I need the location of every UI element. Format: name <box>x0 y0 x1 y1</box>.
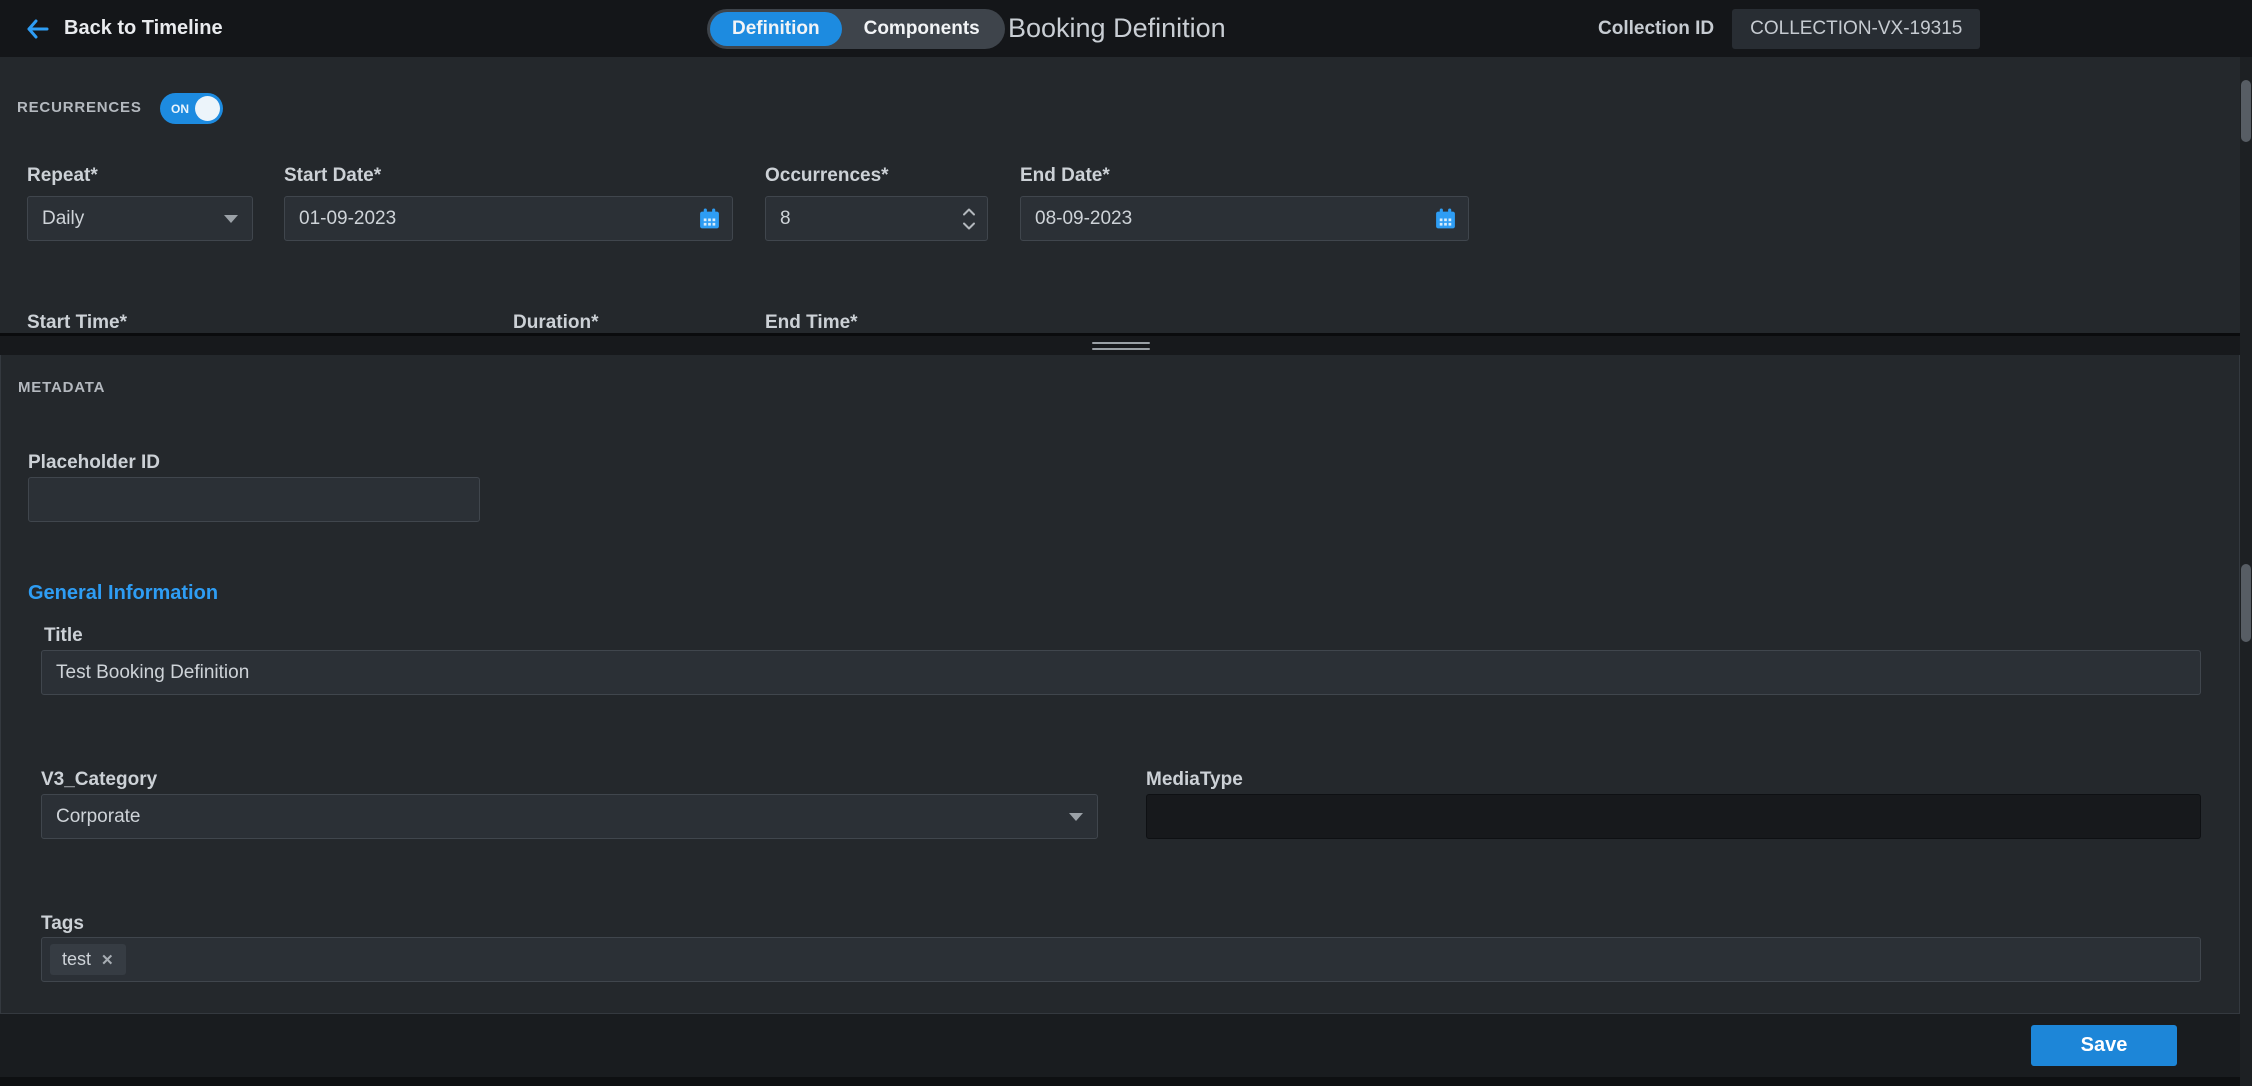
scrollbar-thumb-upper[interactable] <box>2241 80 2251 142</box>
panel-splitter[interactable] <box>0 333 2252 355</box>
general-information-heading: General Information <box>28 582 218 605</box>
back-label: Back to Timeline <box>64 17 223 40</box>
start-date-input[interactable] <box>284 196 733 241</box>
end-date-label: End Date* <box>1020 165 1110 187</box>
tab-definition[interactable]: Definition <box>710 12 842 46</box>
collection-id-value: COLLECTION-VX-19315 <box>1732 9 1980 49</box>
collection-id-label: Collection ID <box>1598 18 1714 40</box>
media-type-input[interactable] <box>1146 794 2201 839</box>
repeat-label: Repeat* <box>27 165 98 187</box>
tags-label: Tags <box>41 913 84 935</box>
back-arrow-icon <box>26 18 50 40</box>
topbar: Back to Timeline Definition Components B… <box>0 0 2252 57</box>
metadata-panel: METADATA Placeholder ID General Informat… <box>0 355 2240 1014</box>
page-title: Booking Definition <box>1008 13 1226 44</box>
chevron-down-icon <box>1069 813 1083 821</box>
view-toggle: Definition Components <box>707 9 1005 49</box>
title-label: Title <box>44 625 83 647</box>
tag-chip-label: test <box>62 949 91 970</box>
tag-chip: test ✕ <box>50 944 126 975</box>
booking-definition-screen: Back to Timeline Definition Components B… <box>0 0 2252 1086</box>
calendar-icon[interactable] <box>1434 207 1457 230</box>
scrollbar-track[interactable] <box>2240 57 2252 1086</box>
placeholder-id-label: Placeholder ID <box>28 452 160 474</box>
end-time-label: End Time* <box>765 312 858 334</box>
scrollbar-thumb-lower[interactable] <box>2241 564 2251 642</box>
end-date-input[interactable] <box>1020 196 1469 241</box>
toggle-on-label: ON <box>171 102 189 116</box>
stepper-down-icon <box>962 221 976 231</box>
collection-id-group: Collection ID COLLECTION-VX-19315 <box>1598 0 1980 57</box>
splitter-grip-icon <box>1092 342 1150 350</box>
media-type-label: MediaType <box>1146 769 1243 791</box>
duration-label: Duration* <box>513 312 599 334</box>
tab-components[interactable]: Components <box>842 12 1002 46</box>
occurrences-label: Occurrences* <box>765 165 889 187</box>
stepper-up-icon <box>962 206 976 216</box>
save-button[interactable]: Save <box>2031 1025 2177 1066</box>
v3-category-value: Corporate <box>56 806 141 828</box>
occurrences-stepper[interactable] <box>962 206 976 231</box>
recurrences-toggle[interactable]: ON <box>160 93 223 124</box>
start-date-label: Start Date* <box>284 165 381 187</box>
metadata-section-label: METADATA <box>18 379 105 396</box>
chevron-down-icon <box>224 215 238 223</box>
tags-input[interactable]: test ✕ <box>41 937 2201 982</box>
title-input[interactable] <box>41 650 2201 695</box>
back-to-timeline-button[interactable]: Back to Timeline <box>26 0 223 57</box>
start-time-label: Start Time* <box>27 312 127 334</box>
repeat-select[interactable]: Daily <box>27 196 253 241</box>
recurrences-section-label: RECURRENCES <box>17 99 142 116</box>
recurrences-panel: RECURRENCES ON Repeat* Start Date* Occur… <box>0 57 2240 333</box>
v3-category-select[interactable]: Corporate <box>41 794 1098 839</box>
occurrences-input[interactable] <box>765 196 988 241</box>
repeat-value: Daily <box>42 208 84 230</box>
bottom-strip <box>0 1077 2252 1086</box>
footer-bar: Save <box>0 1014 2252 1077</box>
placeholder-id-input[interactable] <box>28 477 480 522</box>
toggle-knob <box>195 96 220 121</box>
calendar-icon[interactable] <box>698 207 721 230</box>
v3-category-label: V3_Category <box>41 769 157 791</box>
tag-remove-icon[interactable]: ✕ <box>101 951 114 969</box>
